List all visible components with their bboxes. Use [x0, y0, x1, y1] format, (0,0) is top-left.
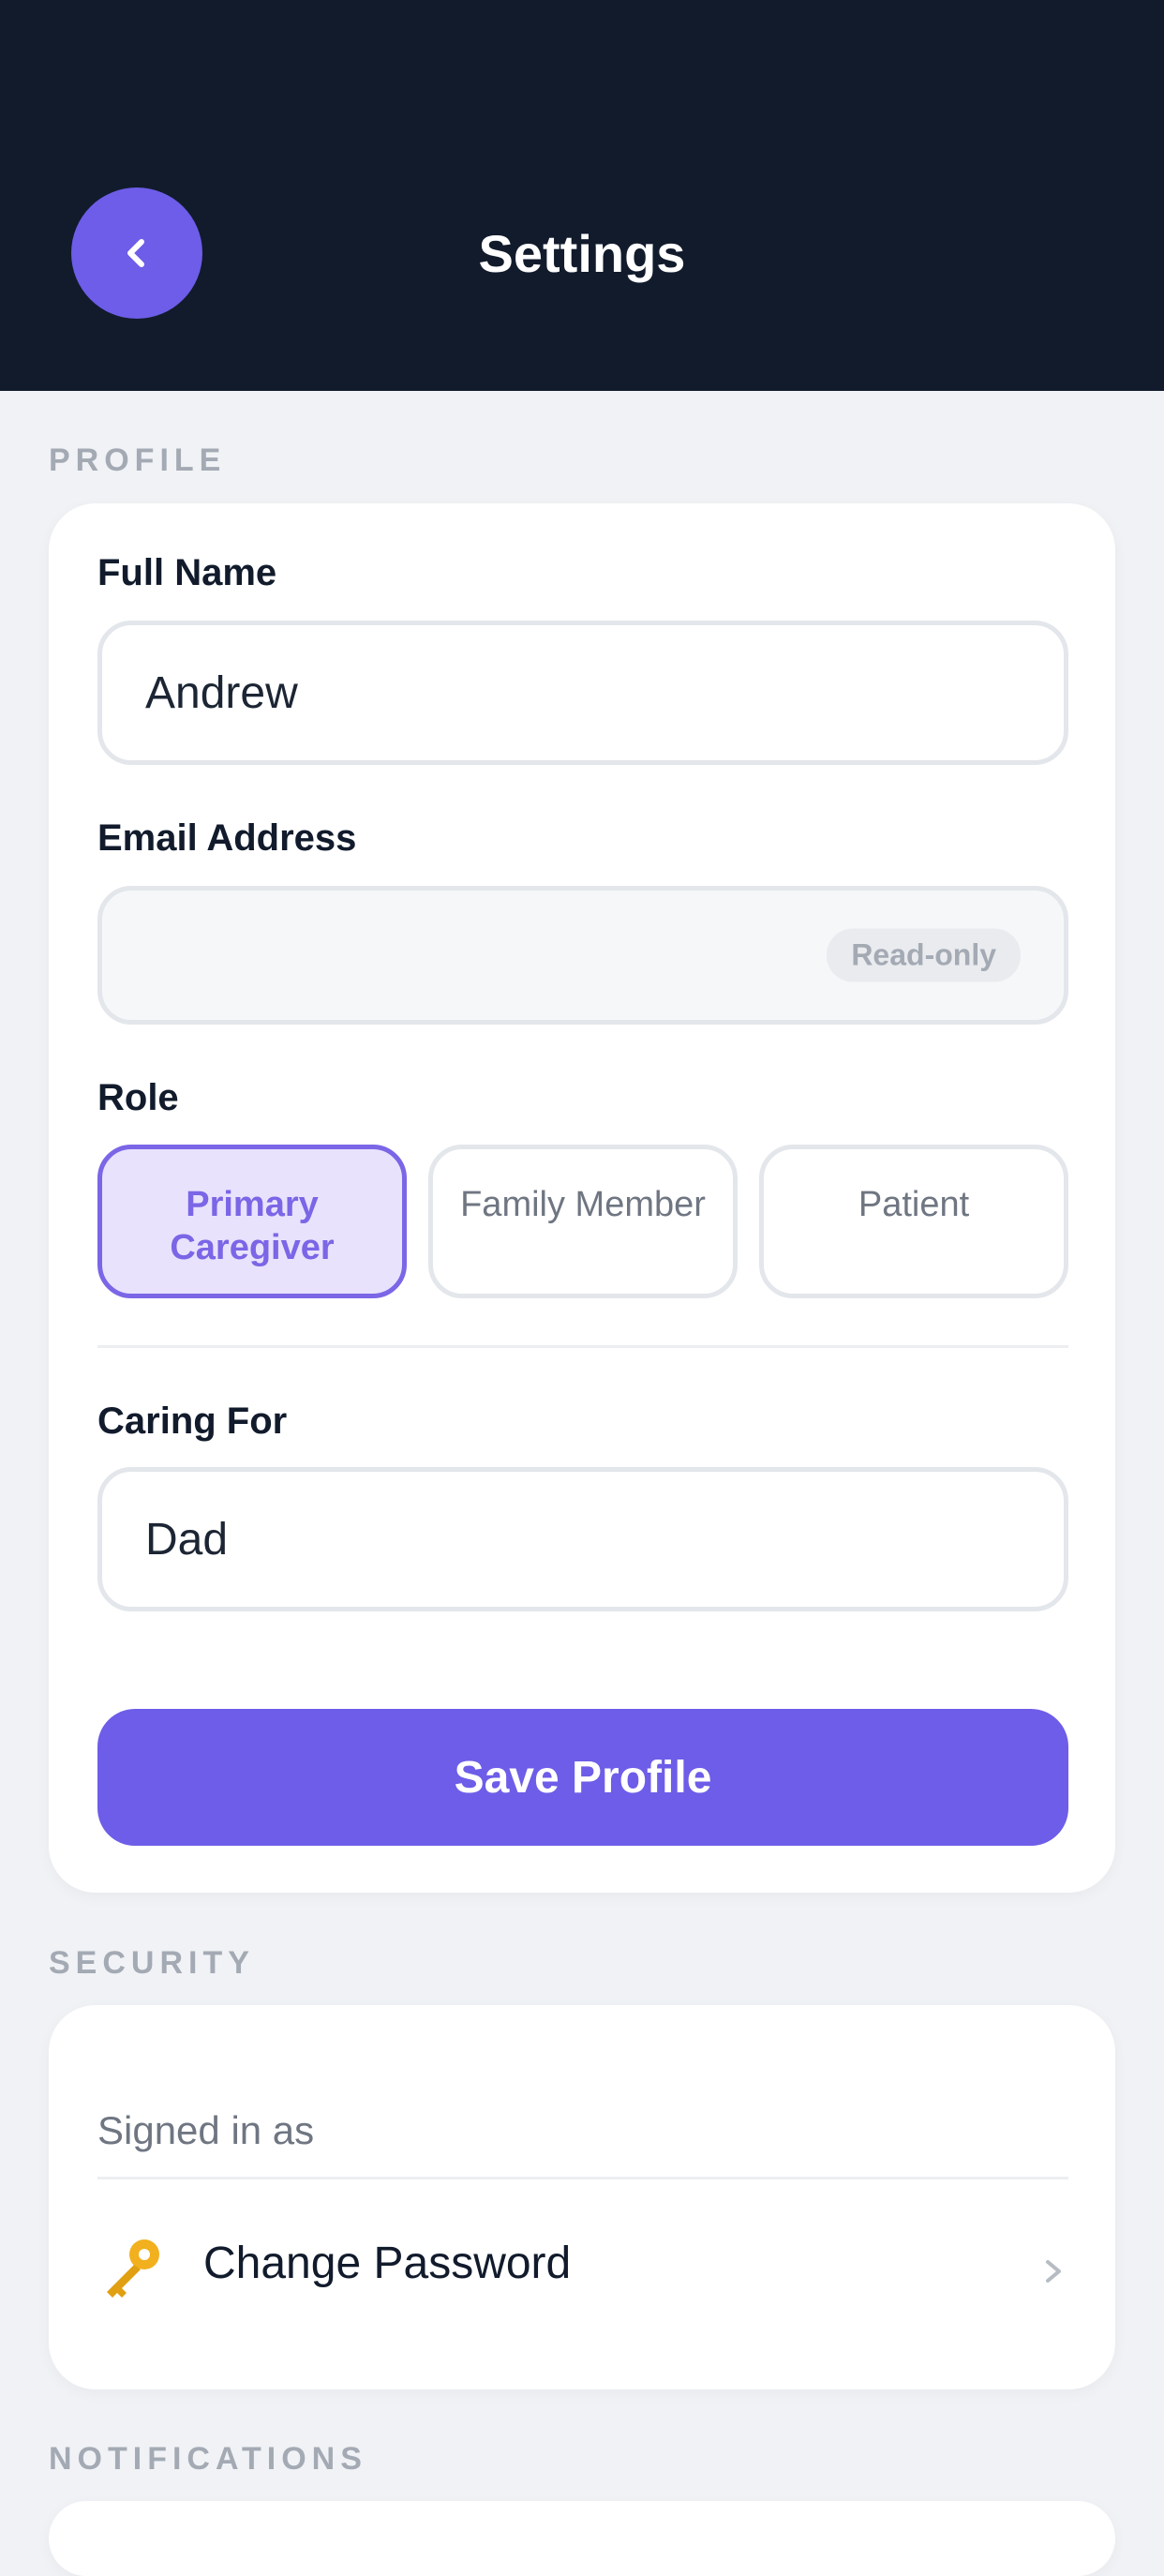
full-name-input[interactable]: Andrew	[97, 621, 1068, 765]
full-name-label: Full Name	[97, 552, 277, 593]
section-label-security: SECURITY	[49, 1945, 255, 1981]
chevron-right-icon	[1046, 2260, 1061, 2283]
caring-for-value: Dad	[145, 1514, 229, 1565]
role-option-primary-caregiver[interactable]: Primary Caregiver	[97, 1145, 407, 1298]
page-title: Settings	[478, 223, 686, 283]
save-profile-button[interactable]: Save Profile	[97, 1709, 1068, 1846]
role-option-patient[interactable]: Patient	[759, 1145, 1068, 1298]
caring-for-label: Caring For	[97, 1400, 288, 1442]
change-password-row[interactable]: Change Password	[49, 2179, 1115, 2358]
app-header: Settings	[0, 0, 1164, 391]
role-option-label: Primary	[186, 1185, 319, 1224]
read-only-badge: Read-only	[827, 928, 1021, 982]
key-icon	[107, 2239, 159, 2298]
notifications-card	[49, 2501, 1115, 2576]
divider	[97, 1345, 1068, 1348]
section-label-notifications: NOTIFICATIONS	[49, 2441, 367, 2477]
profile-card: Full Name Andrew Email Address Read-only…	[49, 503, 1115, 1893]
role-label: Role	[97, 1077, 179, 1118]
role-option-label: Patient	[858, 1185, 970, 1224]
signed-in-label: Signed in as	[97, 2108, 315, 2152]
change-password-label: Change Password	[203, 2239, 572, 2288]
security-card: Signed in as Change Password	[49, 2005, 1115, 2389]
role-option-family-member[interactable]: Family Member	[428, 1145, 738, 1298]
full-name-value: Andrew	[145, 667, 298, 718]
caring-for-input[interactable]: Dad	[97, 1467, 1068, 1611]
email-label: Email Address	[97, 817, 357, 859]
role-option-label: Family Member	[460, 1185, 706, 1224]
section-label-profile: PROFILE	[49, 442, 227, 478]
email-field: Read-only	[97, 886, 1068, 1025]
role-option-label: Caregiver	[170, 1228, 335, 1267]
